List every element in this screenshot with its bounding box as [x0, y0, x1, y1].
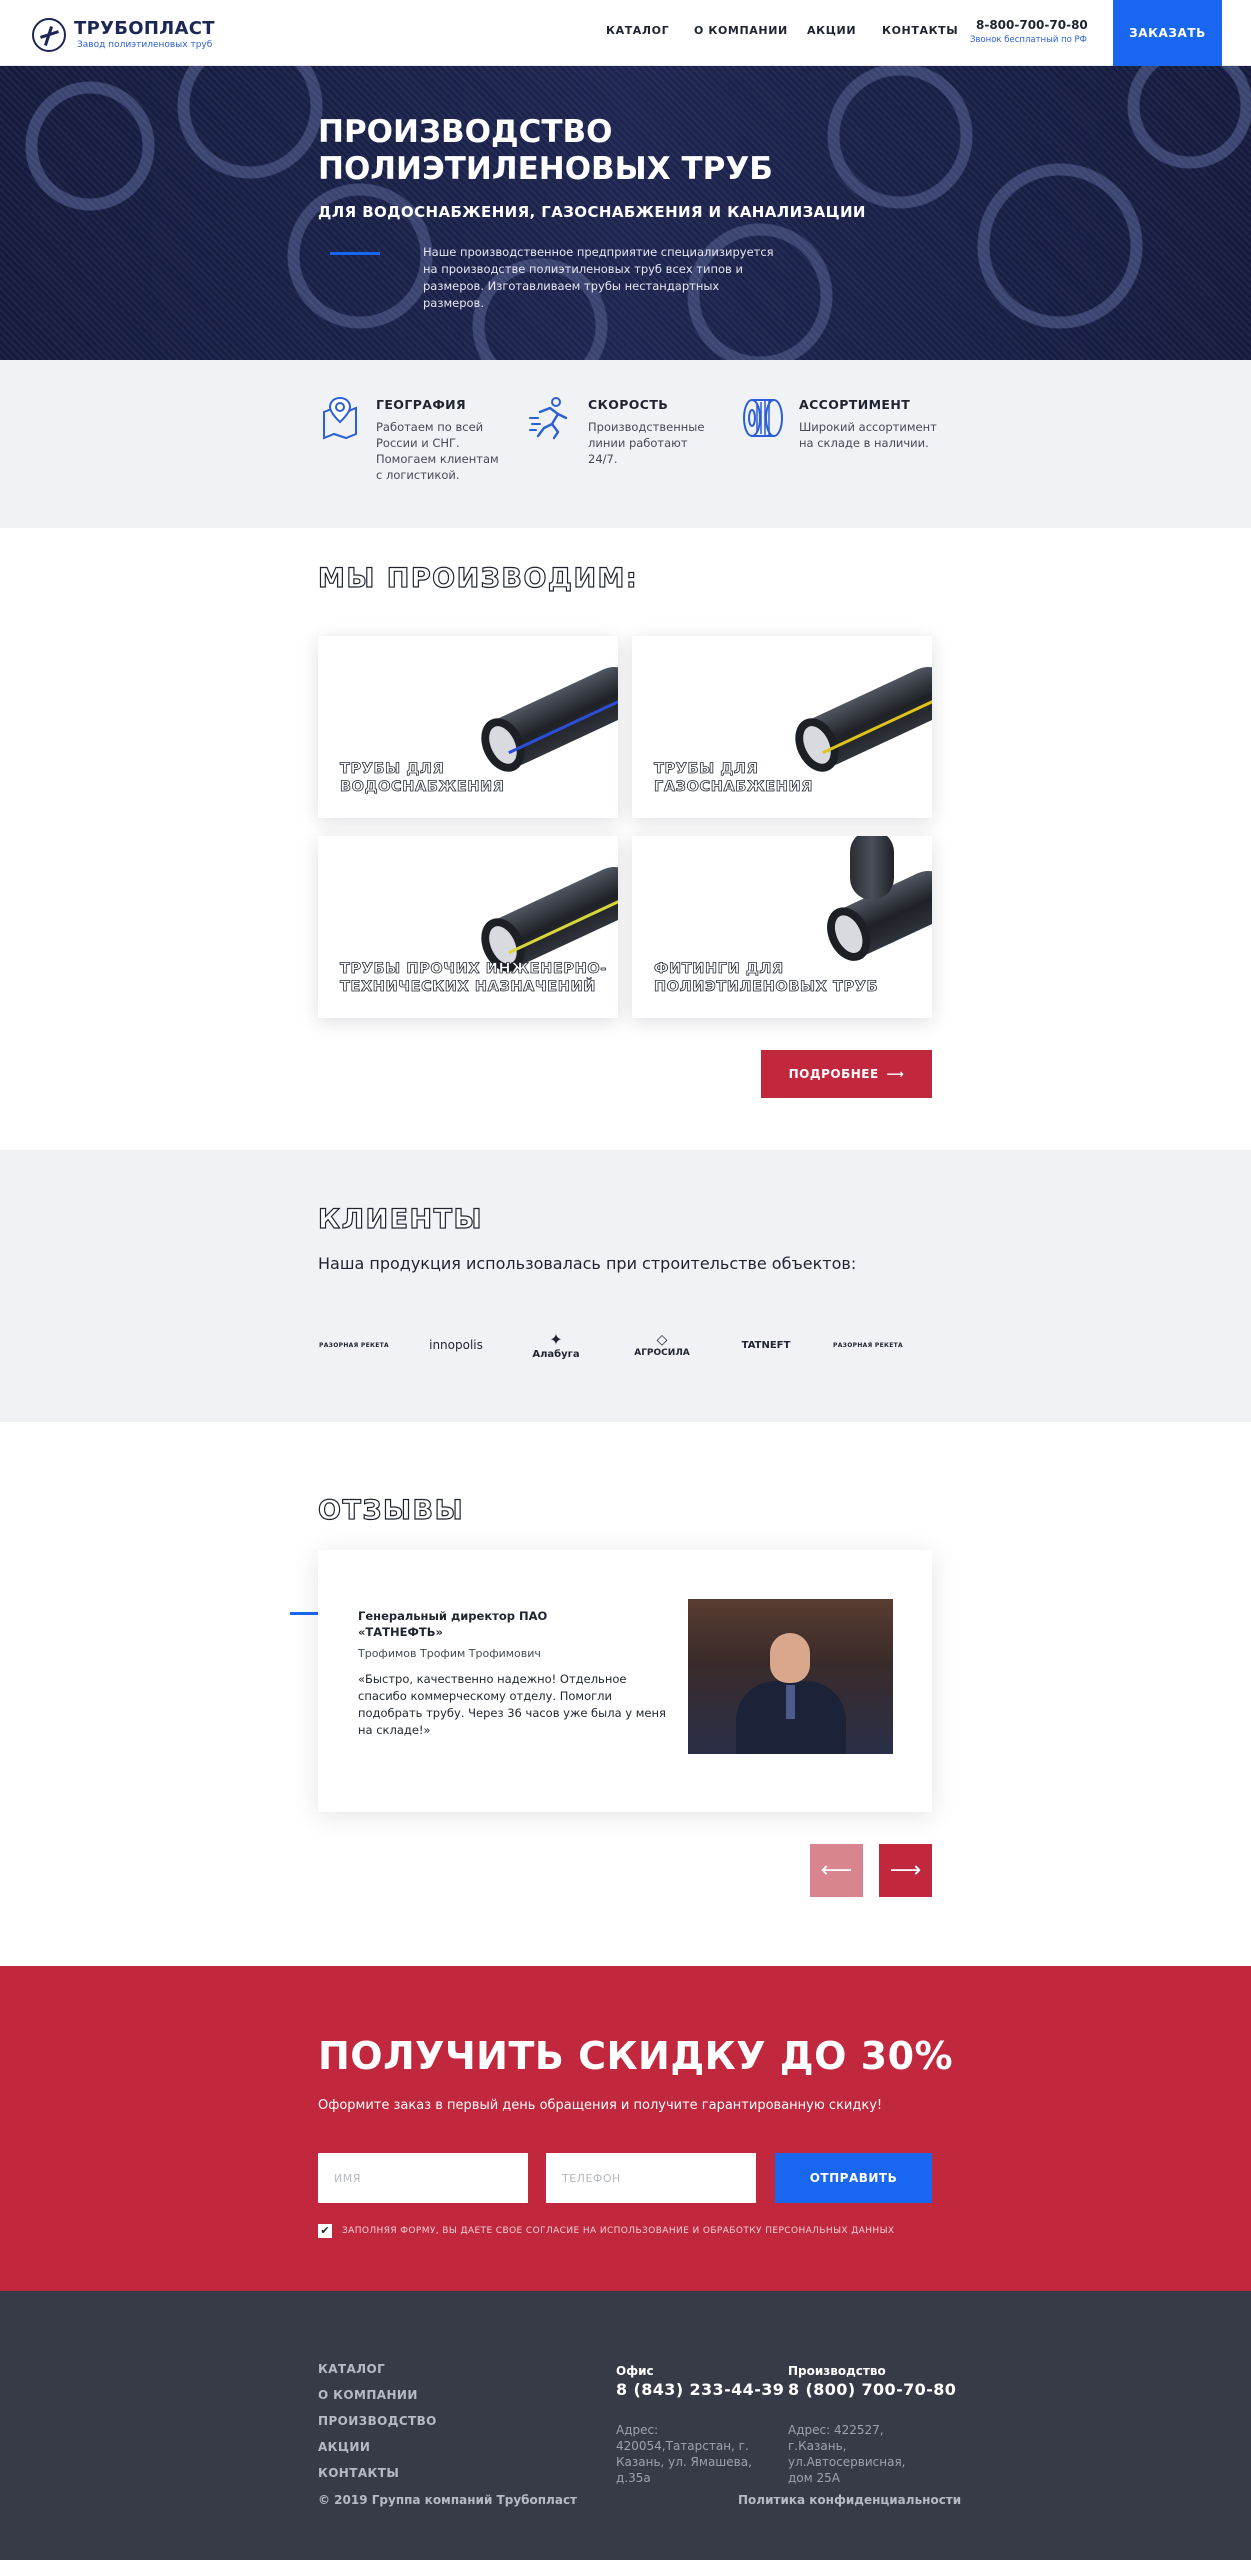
product-label: ФИТИНГИ ДЛЯ ПОЛИЭТИЛЕНОВЫХ ТРУБ — [654, 961, 879, 996]
production-phone[interactable]: 8 (800) 700-70-80 — [788, 2380, 956, 2399]
product-label: ТРУБЫ ДЛЯ ВОДОСНАБЖЕНИЯ — [340, 761, 505, 796]
footer-link-contacts[interactable]: КОНТАКТЫ — [318, 2466, 399, 2480]
next-review-button[interactable]: ⟶ — [879, 1844, 932, 1897]
footer-link-production[interactable]: ПРОИЗВОДСТВО — [318, 2414, 437, 2428]
nav-about[interactable]: О КОМПАНИИ — [694, 24, 788, 37]
feature-text-geography: Работаем по всей России и СНГ. Помогаем … — [376, 420, 499, 482]
name-input[interactable]: ИМЯ — [318, 2153, 528, 2203]
office-phone[interactable]: 8 (843) 233-44-39 — [616, 2380, 784, 2399]
product-label: ТРУБЫ ПРОЧИХ ИНЖЕНЕРНО-ТЕХНИЧЕСКИХ НАЗНА… — [340, 961, 607, 996]
clients-title: КЛИЕНТЫ — [317, 1203, 484, 1235]
office-label: Офис — [616, 2364, 654, 2378]
arrow-right-icon: ⟶ — [886, 1067, 905, 1081]
pipe-image — [473, 858, 618, 979]
client-logo-alabuga: ✦ Алабуга — [532, 1330, 580, 1360]
map-pin-icon — [323, 396, 357, 440]
footer-link-promotions[interactable]: АКЦИИ — [318, 2440, 370, 2454]
reviewer-photo — [688, 1599, 893, 1754]
product-card-water[interactable]: ТРУБЫ ДЛЯ ВОДОСНАБЖЕНИЯ — [318, 636, 618, 818]
more-button-label: ПОДРОБНЕЕ — [788, 1067, 879, 1081]
product-label: ТРУБЫ ДЛЯ ГАЗОСНАБЖЕНИЯ — [654, 761, 814, 796]
order-button[interactable]: ЗАКАЗАТЬ — [1113, 0, 1222, 66]
production-label: Производство — [788, 2364, 886, 2378]
review-author: Трофимов Трофим Трофимович — [358, 1647, 541, 1660]
client-logo-agrosila: ◇ АГРОСИЛА — [634, 1332, 690, 1358]
send-button[interactable]: ОТПРАВИТЬ — [775, 2153, 932, 2203]
phone-input[interactable]: ТЕЛЕФОН — [546, 2153, 756, 2203]
feature-text-speed: Производственные линии работают 24/7. — [588, 420, 705, 466]
client-logo-6: РАЗОРНАЯ РЕКЕТА — [833, 1341, 903, 1349]
products-title: МЫ ПРОИЗВОДИМ: — [317, 562, 639, 594]
client-logo-innopolis: innopolis — [429, 1338, 483, 1352]
review-position: Генеральный директор ПАО «ТАТНЕФТЬ» — [358, 1609, 548, 1639]
fitting-branch — [850, 836, 894, 900]
product-card-engineering[interactable]: ТРУБЫ ПРОЧИХ ИНЖЕНЕРНО-ТЕХНИЧЕСКИХ НАЗНА… — [318, 836, 618, 1018]
header-phone[interactable]: 8-800-700-70-80 — [976, 18, 1088, 32]
product-card-gas[interactable]: ТРУБЫ ДЛЯ ГАЗОСНАБЖЕНИЯ — [632, 636, 932, 818]
feature-title-assortment: АССОРТИМЕНТ — [799, 397, 911, 412]
hero-accent-line — [330, 252, 380, 255]
privacy-link[interactable]: Политика конфиденциальности — [738, 2493, 961, 2507]
office-address: Адрес: 420054,Татарстан, г. Казань, ул. … — [616, 2423, 752, 2485]
arrow-left-icon: ⟵ — [820, 1858, 853, 1883]
discount-text: Оформите заказ в первый день обращения и… — [318, 2098, 883, 2113]
footer-link-catalog[interactable]: КАТАЛОГ — [318, 2362, 385, 2376]
hero-subtitle: ДЛЯ ВОДОСНАБЖЕНИЯ, ГАЗОСНАБЖЕНИЯ И КАНАЛ… — [318, 203, 866, 221]
site-header: ТРУБОПЛАСТ Завод полиэтиленовых труб КАТ… — [0, 0, 1251, 66]
feature-text-assortment: Широкий ассортимент на складе в наличии. — [799, 420, 937, 450]
clients-text: Наша продукция использовалась при строит… — [318, 1254, 857, 1273]
reviews-title: ОТЗЫВЫ — [317, 1494, 465, 1526]
copyright: © 2019 Группа компаний Трубопласт — [318, 2493, 578, 2507]
phone-note: Звонок бесплатный по РФ — [970, 35, 1087, 45]
product-card-fittings[interactable]: ФИТИНГИ ДЛЯ ПОЛИЭТИЛЕНОВЫХ ТРУБ — [632, 836, 932, 1018]
consent-checkbox[interactable]: ✔ — [318, 2224, 332, 2238]
clients-section — [0, 1150, 1251, 1422]
prev-review-button[interactable]: ⟵ — [810, 1844, 863, 1897]
nav-contacts[interactable]: КОНТАКТЫ — [882, 24, 958, 37]
consent-text: ЗАПОЛНЯЯ ФОРМУ, ВЫ ДАЕТЕ СВОЕ СОГЛАСИЕ Н… — [342, 2226, 895, 2236]
feature-title-geography: ГЕОГРАФИЯ — [376, 397, 467, 412]
feature-title-speed: СКОРОСТЬ — [588, 397, 669, 412]
alabuga-icon: ✦ — [549, 1330, 563, 1349]
more-button[interactable]: ПОДРОБНЕЕ ⟶ — [761, 1050, 932, 1098]
running-man-icon — [529, 397, 568, 440]
client-logo-1: РАЗОРНАЯ РЕКЕТА — [319, 1341, 389, 1349]
production-address: Адрес: 422527, г.Казань, ул.Автосервисна… — [788, 2423, 906, 2485]
hero-title: ПРОИЗВОДСТВО ПОЛИЭТИЛЕНОВЫХ ТРУБ — [318, 114, 773, 187]
nav-catalog[interactable]: КАТАЛОГ — [606, 24, 669, 37]
nav-promotions[interactable]: АКЦИИ — [807, 24, 856, 37]
hero-text: Наше производственное предприятие специа… — [423, 245, 774, 310]
logo-icon[interactable] — [32, 18, 66, 52]
logo-subtitle: Завод полиэтиленовых труб — [77, 40, 213, 50]
pipe-coil-icon — [743, 399, 783, 437]
review-text: «Быстро, качественно надежно! Отдельное … — [358, 1672, 666, 1737]
footer-link-about[interactable]: О КОМПАНИИ — [318, 2388, 418, 2402]
discount-section — [0, 1966, 1251, 2291]
client-logo-tatneft: TATNEFT — [741, 1339, 791, 1351]
checkmark-icon: ✔ — [320, 2224, 330, 2237]
logo-title[interactable]: ТРУБОПЛАСТ — [74, 18, 215, 39]
agrosila-icon: ◇ — [656, 1332, 668, 1348]
pipe-image — [473, 658, 618, 779]
arrow-right-icon: ⟶ — [889, 1858, 922, 1883]
pipe-image — [787, 658, 932, 779]
discount-title: ПОЛУЧИТЬ СКИДКУ ДО 30% — [318, 2034, 954, 2078]
